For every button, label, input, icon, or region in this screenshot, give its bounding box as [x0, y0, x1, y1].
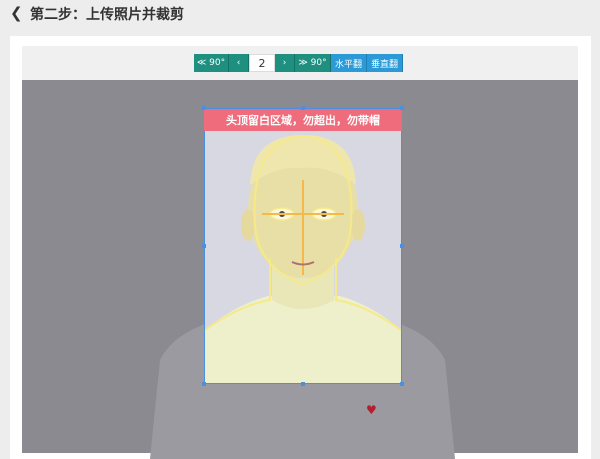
- crop-handle-bottom-right[interactable]: [400, 382, 404, 386]
- shirt-logo-icon: ♥: [366, 403, 377, 417]
- crop-handle-top[interactable]: [301, 106, 305, 110]
- crop-handle-bottom[interactable]: [301, 382, 305, 386]
- crop-handle-top-left[interactable]: [202, 106, 206, 110]
- crop-handle-top-right[interactable]: [400, 106, 404, 110]
- crop-frame[interactable]: [204, 108, 402, 384]
- crop-handle-left[interactable]: [202, 244, 206, 248]
- crop-handle-right[interactable]: [400, 244, 404, 248]
- crop-handle-bottom-left[interactable]: [202, 382, 206, 386]
- top-margin-warning-banner: 头顶留白区域，勿超出，勿带帽: [204, 109, 402, 131]
